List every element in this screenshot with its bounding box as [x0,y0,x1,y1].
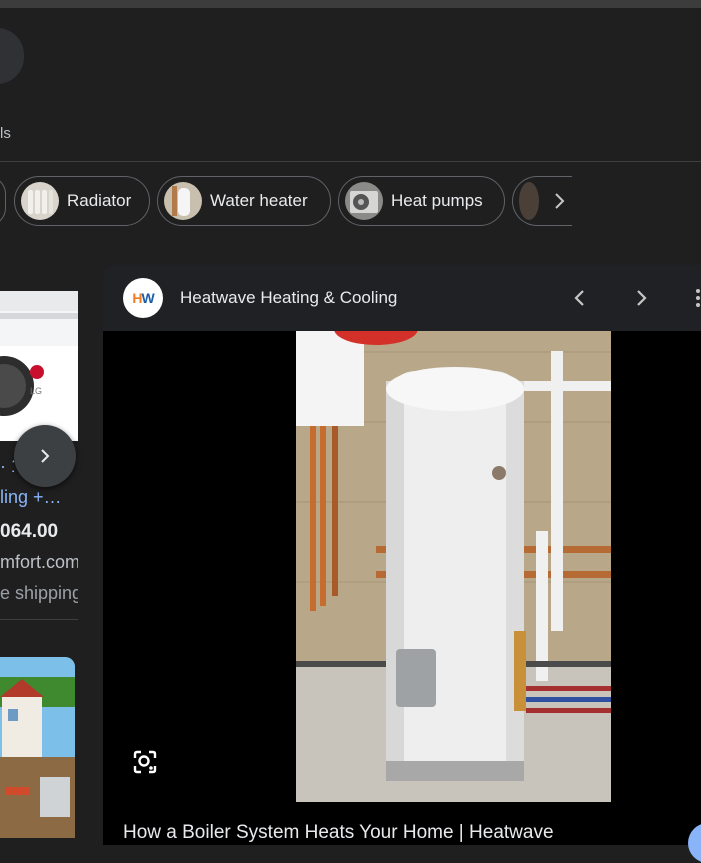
browser-top-bar [0,0,701,8]
tabs-divider [0,161,701,162]
chevron-right-icon[interactable] [548,190,570,212]
chip-label: Radiator [67,191,132,210]
panel-header: HW Heatwave Heating & Cooling [103,265,701,331]
chip-thumbnail [519,182,539,220]
water-heater-photo[interactable] [296,331,611,802]
radiator-icon [21,182,59,220]
tab-fragment[interactable]: ls [0,125,11,142]
chevron-right-icon[interactable] [630,287,652,309]
water-heater-icon [164,182,202,220]
result-title-line2[interactable]: ling +… [0,487,78,508]
chip-heat-pumps[interactable]: Heat pumps [338,176,505,226]
image-preview-panel: HW Heatwave Heating & Cooling How a Boil… [103,265,701,845]
chip-label: Heat pumps [391,191,483,210]
result-title-link[interactable]: How a Boiler System Heats Your Home | He… [123,822,554,844]
site-name[interactable]: Heatwave Heating & Cooling [180,288,397,308]
result-divider [0,619,78,620]
chevron-right-icon [41,449,50,463]
chip-label: Water heater [210,191,308,210]
result-domain: mfort.com [0,552,78,572]
more-options-icon[interactable] [691,287,701,309]
chip-radiator[interactable]: Radiator [14,176,150,226]
search-button[interactable] [0,28,24,84]
product-image[interactable]: LG [0,291,78,441]
chevron-left-icon[interactable] [569,287,591,309]
diagram-image[interactable] [0,657,75,838]
chip-water-heater[interactable]: Water heater [157,176,331,226]
chip-partial-left[interactable] [0,176,6,226]
heat-pump-icon [345,182,383,220]
result-price: 064.00 [0,521,59,542]
result-shipping: e shipping [0,583,78,603]
lens-search-icon[interactable] [131,748,159,776]
svg-text:LG: LG [30,386,42,396]
result-title-line1[interactable]: · 1 [0,456,14,477]
site-logo[interactable]: HW [123,278,163,318]
carousel-next-button[interactable] [14,425,76,487]
